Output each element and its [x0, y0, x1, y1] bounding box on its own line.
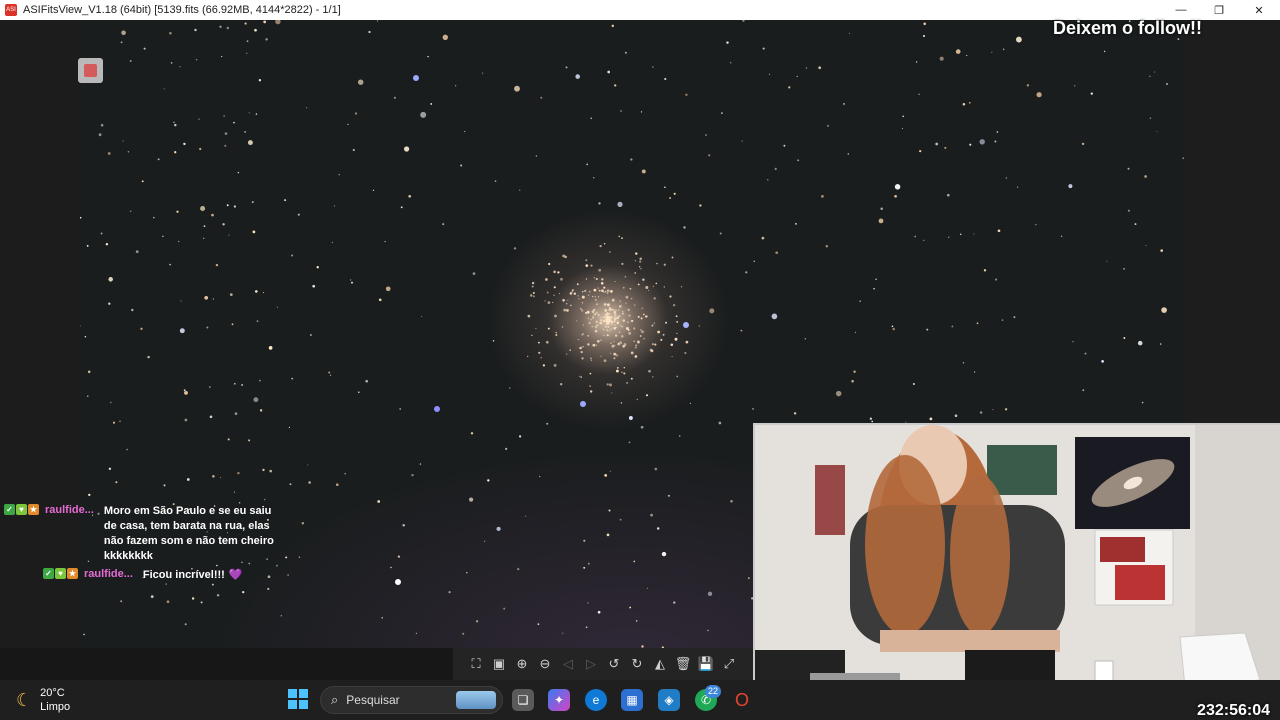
fits-file-icon[interactable] [78, 58, 103, 83]
weather-desc: Limpo [40, 701, 71, 713]
fit-window-icon[interactable]: ⛶ [467, 655, 485, 673]
webcam-overlay [753, 423, 1280, 720]
chat-username: raulfide... [84, 568, 133, 580]
chat-overlay: ✓ ♥ ★ raulfide... Moro em São Paulo e se… [4, 504, 274, 587]
checkmark-badge-icon: ✓ [4, 504, 15, 515]
opera-icon[interactable]: O [731, 689, 753, 711]
rotate-right-icon[interactable]: ↻ [628, 655, 646, 673]
chat-badges: ✓ ♥ ★ [4, 504, 39, 564]
weather-widget[interactable]: ☾ 20°C Limpo [16, 686, 70, 714]
weather-temp: 20°C [40, 687, 65, 699]
prev-icon[interactable]: ◁ [559, 655, 577, 673]
purple-heart-emote-icon: 💜 [228, 569, 243, 581]
app-icon: ASI [5, 4, 17, 16]
restore-icon: ❐ [1214, 4, 1224, 17]
webcam-feed [755, 425, 1280, 720]
chat-message: ✓ ♥ ★ raulfide... Moro em São Paulo e se… [4, 504, 274, 564]
moon-icon: ☾ [16, 689, 33, 710]
search-highlight-icon [456, 691, 496, 709]
task-view-icon[interactable]: ❏ [512, 689, 534, 711]
zoom-in-icon[interactable]: ⊕ [513, 655, 531, 673]
histogram-icon[interactable]: ◭ [651, 655, 669, 673]
star-badge-icon: ★ [67, 568, 78, 579]
search-placeholder: Pesquisar [346, 693, 400, 707]
search-icon: ⌕ [331, 692, 339, 707]
save-icon[interactable]: 💾 [697, 655, 715, 673]
viewer-status-area [0, 648, 453, 680]
star-badge-icon: ★ [28, 504, 39, 515]
rotate-left-icon[interactable]: ↺ [605, 655, 623, 673]
actual-size-icon[interactable]: ▣ [490, 655, 508, 673]
taskbar-search[interactable]: ⌕ Pesquisar [320, 686, 503, 714]
chat-badges: ✓ ♥ ★ [43, 568, 78, 583]
close-button[interactable]: ✕ [1240, 0, 1278, 20]
fullscreen-icon[interactable]: ⤢ [720, 655, 738, 673]
checkmark-badge-icon: ✓ [43, 568, 54, 579]
heart-badge-icon: ♥ [16, 504, 27, 515]
chat-message: ✓ ♥ ★ raulfide... Ficou incrível!!! 💜 [4, 568, 274, 583]
app-cube-icon[interactable]: ◈ [658, 689, 680, 711]
minimize-button[interactable]: — [1162, 0, 1200, 20]
follow-overlay-text: Deixem o follow!! [1052, 18, 1202, 38]
stream-timer: 232:56:04 [1197, 702, 1270, 719]
edge-browser-icon[interactable]: e [585, 689, 607, 711]
restore-button[interactable]: ❐ [1200, 0, 1238, 20]
window-title: ASIFitsView_V1.18 (64bit) [5139.fits (66… [23, 4, 341, 16]
chat-text: Moro em São Paulo e se eu saiu de casa, … [103, 505, 274, 562]
delete-icon[interactable]: 🗑 [674, 655, 692, 673]
copilot-icon[interactable]: ✦ [548, 689, 570, 711]
whatsapp-notification-badge: 22 [705, 685, 721, 698]
next-icon[interactable]: ▷ [582, 655, 600, 673]
viewer-toolbar: ⛶ ▣ ⊕ ⊖ ◁ ▷ ↺ ↻ ◭ 🗑 💾 ⤢ [453, 648, 755, 680]
start-button[interactable] [288, 689, 308, 709]
chat-text: Ficou incrível!!! [142, 569, 225, 581]
window-titlebar: ASI ASIFitsView_V1.18 (64bit) [5139.fits… [0, 0, 1280, 20]
microsoft-store-icon[interactable]: ▦ [621, 689, 643, 711]
minimize-icon: — [1175, 4, 1187, 16]
zoom-out-icon[interactable]: ⊖ [536, 655, 554, 673]
chat-username: raulfide... [45, 504, 94, 516]
close-icon: ✕ [1254, 4, 1264, 17]
heart-badge-icon: ♥ [55, 568, 66, 579]
